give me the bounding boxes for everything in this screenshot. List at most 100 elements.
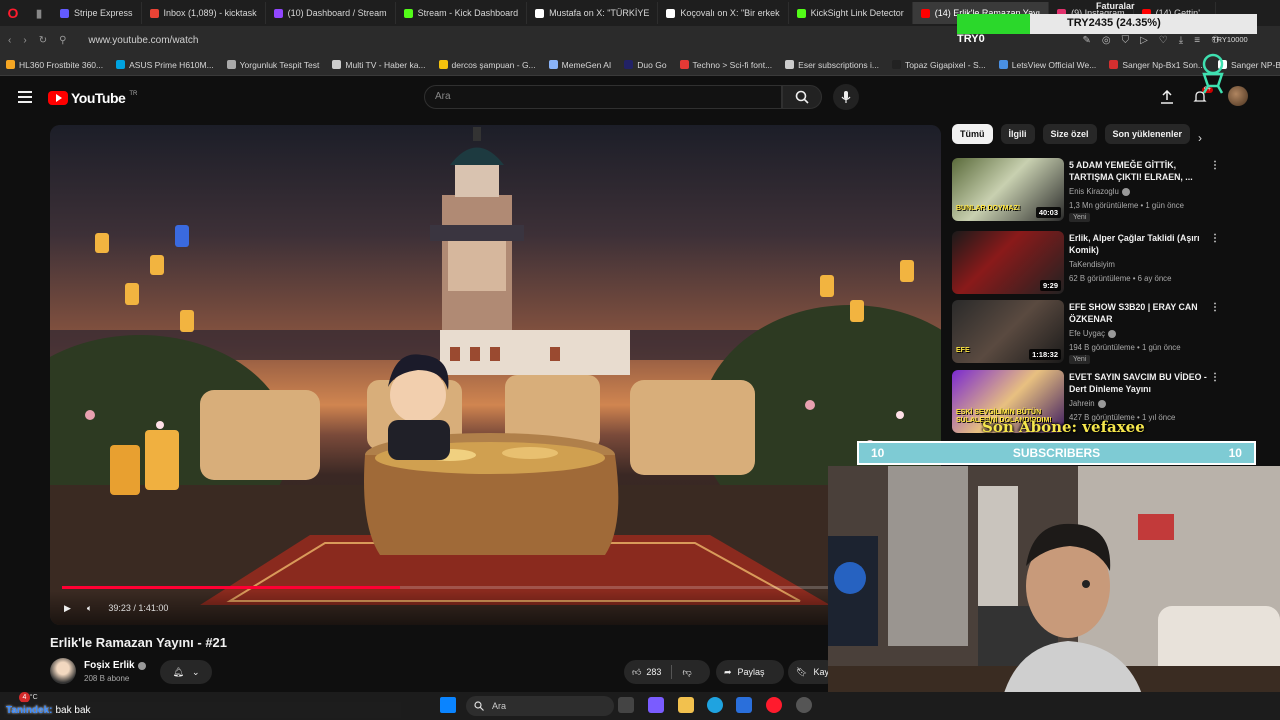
recommendation-item[interactable]: EFE 1:18:32 EFE SHOW S3B20 | ERAY CAN ÖZKE…: [952, 300, 1242, 366]
windows-start-icon[interactable]: [440, 697, 456, 713]
file-explorer-icon[interactable]: [678, 697, 694, 713]
bookmark-item[interactable]: ASUS Prime H610M...: [116, 60, 214, 70]
more-options-icon[interactable]: ⋮: [1210, 302, 1220, 313]
bookmark-item[interactable]: Sanger Np-Bx1 Son...: [1109, 60, 1205, 70]
browser-tab[interactable]: (10) Dashboard / Stream: [266, 2, 396, 24]
thumbs-down-icon[interactable]: 👎︎: [682, 667, 691, 678]
bookmark-item[interactable]: Multi TV - Haber ka...: [332, 59, 426, 70]
search-button[interactable]: [782, 85, 822, 109]
recommendation-item[interactable]: 9:29 Erlik, Alper Çağlar Taklidi (Aşırı K…: [952, 231, 1242, 297]
subscribed-bell-button[interactable]: 🔔︎ ⌄: [160, 660, 212, 684]
bookmark-label: Multi TV - Haber ka...: [345, 59, 426, 70]
search-input[interactable]: Ara: [424, 85, 782, 109]
bookmark-item[interactable]: Eser subscriptions i...: [785, 60, 879, 70]
recommendation-title[interactable]: 5 ADAM YEMEĞE GİTTİK, TARTIŞMA ÇIKTI! EL…: [1069, 159, 1209, 183]
recommendation-channel[interactable]: Jahrein: [1069, 399, 1106, 408]
recommendation-item[interactable]: BUNLAR DOYMAZ! 40:03 5 ADAM YEMEĞE GİTTİK,…: [952, 158, 1242, 224]
heart-icon[interactable]: ♡: [1159, 35, 1168, 46]
more-options-icon[interactable]: ⋮: [1210, 233, 1220, 244]
channel-name[interactable]: Foşix Erlik: [84, 660, 146, 671]
video-player[interactable]: ▶ 🔈︎ 39:23 / 1:41:00: [50, 125, 941, 625]
filter-chip[interactable]: İlgili: [1000, 124, 1035, 144]
chevron-right-icon[interactable]: ›: [1198, 131, 1202, 145]
reload-icon[interactable]: ↻: [39, 35, 47, 46]
url-field[interactable]: www.youtube.com/watch: [88, 35, 198, 46]
recommendation-channel[interactable]: Enis Kirazoglu: [1069, 187, 1130, 196]
video-progress-fill: [62, 586, 400, 589]
hamburger-menu-icon[interactable]: [18, 91, 32, 103]
copilot-icon[interactable]: [648, 697, 664, 713]
share-button[interactable]: ➦ Paylaş: [716, 660, 784, 684]
recommendation-title[interactable]: EVET SAYIN SAVCIM BU VİDEO - Dert Dinlem…: [1069, 371, 1209, 395]
app-icon[interactable]: [796, 697, 812, 713]
filter-chips: Tümü İlgili Size özel Son yüklenenler: [952, 124, 1191, 146]
channel-avatar[interactable]: [50, 658, 76, 684]
voice-search-button[interactable]: [833, 84, 859, 110]
bookmark-item[interactable]: dercos şampuan - G...: [438, 60, 536, 70]
tab-favicon-icon: [273, 8, 283, 18]
taskbar-search[interactable]: Ara: [466, 696, 614, 716]
youtube-header: YouTube TR Ara 9+: [0, 76, 1280, 120]
edit-icon[interactable]: ✎: [1082, 35, 1090, 46]
more-options-icon[interactable]: ⋮: [1210, 372, 1220, 383]
browser-tab[interactable]: Mustafa on X: "TÜRKİYE: [527, 2, 659, 24]
play-button-icon[interactable]: ▶: [64, 603, 71, 614]
tab-favicon-icon: [403, 8, 413, 18]
volume-icon[interactable]: 🔈︎: [87, 603, 92, 614]
browser-tab[interactable]: Koçovalı on X: "Bir erkek: [658, 2, 789, 24]
recommendation-channel-name: TaKendisiyim: [1069, 260, 1115, 269]
recommendation-channel[interactable]: TaKendisiyim: [1069, 260, 1115, 269]
account-avatar[interactable]: [1228, 86, 1248, 106]
edge-browser-icon[interactable]: [707, 697, 723, 713]
download-icon[interactable]: ⤓: [1179, 35, 1183, 46]
more-options-icon[interactable]: ⋮: [1210, 160, 1220, 171]
bookmark-item[interactable]: Topaz Gigapixel - S...: [891, 60, 986, 70]
save-label: Kay: [813, 667, 829, 677]
bookmark-item[interactable]: Techno > Sci-fi font...: [679, 60, 772, 70]
webcam-feed: [828, 466, 1280, 720]
bookmark-item[interactable]: MemeGen AI: [548, 59, 612, 70]
xp-start-label: TRY0: [957, 33, 985, 45]
forward-icon[interactable]: ›: [23, 35, 26, 46]
bookmark-item[interactable]: LetsView Official We...: [998, 60, 1096, 70]
browser-tab[interactable]: Stripe Express: [52, 2, 142, 24]
menu-icon[interactable]: ≡: [1194, 35, 1200, 46]
taskbar-search-label: Ara: [492, 701, 507, 711]
recommendation-channel[interactable]: Efe Uygaç: [1069, 329, 1116, 338]
recommendation-channel-name: Efe Uygaç: [1069, 329, 1105, 338]
youtube-logo[interactable]: YouTube TR: [48, 90, 137, 106]
browser-tab[interactable]: KickSight Link Detector: [789, 2, 913, 24]
recommendation-title[interactable]: EFE SHOW S3B20 | ERAY CAN ÖZKENAR: [1069, 301, 1209, 325]
play-icon[interactable]: ▷: [1140, 35, 1148, 46]
task-view-icon[interactable]: [618, 697, 634, 713]
video-thumbnail[interactable]: EFE 1:18:32: [952, 300, 1064, 363]
filter-chip[interactable]: Size özel: [1042, 124, 1097, 144]
browser-tab[interactable]: Stream - Kick Dashboard: [396, 2, 528, 24]
video-thumbnail[interactable]: BUNLAR DOYMAZ! 40:03: [952, 158, 1064, 221]
filter-chip[interactable]: Son yüklenenler: [1104, 124, 1191, 144]
video-duration: 1:18:32: [1029, 349, 1061, 360]
like-button[interactable]: 👍︎ 283: [632, 667, 661, 678]
browser-tab[interactable]: Inbox (1,089) - kicktask: [142, 2, 266, 24]
opera-icon[interactable]: [766, 697, 782, 713]
store-icon[interactable]: [736, 697, 752, 713]
filter-chip[interactable]: Tümü: [952, 124, 993, 144]
tab-favicon-icon: [535, 8, 545, 18]
opera-logo-icon[interactable]: O: [0, 0, 26, 26]
screen: O ▮ Stripe Express Inbox (1,089) - kickta…: [0, 0, 1280, 720]
back-icon[interactable]: ‹: [8, 35, 11, 46]
camera-icon[interactable]: ◎: [1102, 35, 1111, 46]
bookmark-item[interactable]: Duo Go: [624, 60, 667, 70]
sidebar-toggle-icon[interactable]: ▮: [26, 0, 52, 26]
site-info-icon[interactable]: ⚲: [59, 35, 66, 46]
tab-label: KickSight Link Detector: [810, 8, 904, 18]
video-progress-bar[interactable]: [62, 586, 928, 589]
bookmark-item[interactable]: HL360 Frostbite 360...: [6, 60, 103, 70]
recommendation-title[interactable]: Erlik, Alper Çağlar Taklidi (Aşırı Komik…: [1069, 232, 1209, 256]
bookmark-item[interactable]: Yorgunluk Tespit Test: [226, 60, 319, 70]
subs-label: SUBSCRIBERS: [1012, 446, 1101, 460]
shield-icon[interactable]: ⛉: [1122, 35, 1130, 46]
bookmark-label: MemeGen AI: [561, 59, 612, 70]
video-thumbnail[interactable]: 9:29: [952, 231, 1064, 294]
upload-icon[interactable]: [1158, 88, 1176, 106]
